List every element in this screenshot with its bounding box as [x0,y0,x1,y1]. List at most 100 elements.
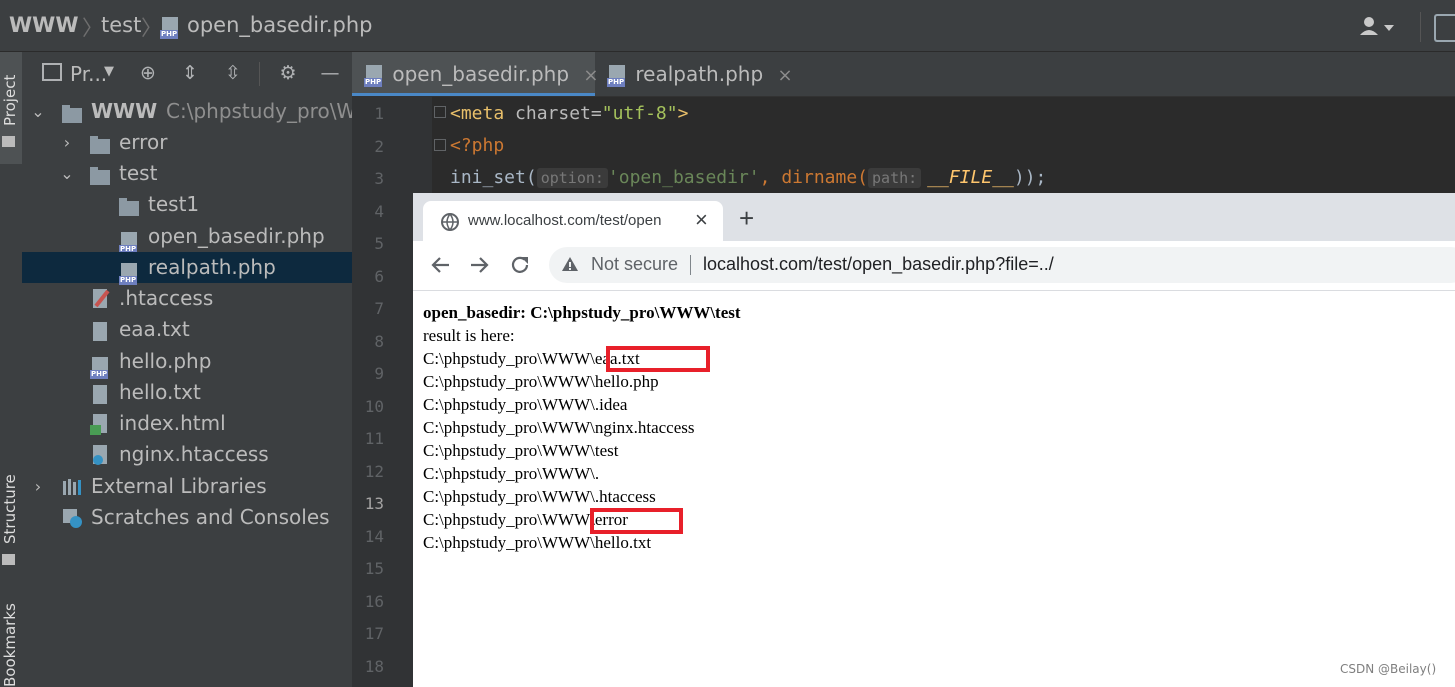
line-number: 11 [364,429,384,448]
back-arrow-icon[interactable] [429,254,451,280]
chevron-down-icon[interactable]: ▼ [104,64,114,79]
code-line-1[interactable]: <meta charset="utf-8"> [450,103,688,124]
tree-item-test1[interactable]: test1 [22,189,352,220]
browser-tab[interactable]: www.localhost.com/test/open × [423,201,723,241]
text-file-icon [90,382,112,404]
line-number: 2 [374,137,384,156]
editor-tab-bar: PHP open_basedir.php × PHP realpath.php … [352,52,1455,97]
line-number: 14 [364,527,384,546]
line-number: 9 [374,364,384,383]
folder-icon [2,136,15,147]
chevron-right-icon[interactable]: › [59,127,75,158]
url-text[interactable]: localhost.com/test/open_basedir.php?file… [703,254,1054,275]
tree-item-label: hello.txt [119,380,201,404]
breadcrumb-www[interactable]: WWW [9,13,79,37]
tree-item-htaccess[interactable]: .htaccess [22,283,352,314]
bookmarks-tool-button[interactable]: Bookmarks [0,592,22,687]
tree-item-test[interactable]: ⌄ test [22,158,352,189]
php-file-icon: PHP [364,62,386,87]
html-file-icon [90,413,112,435]
gear-icon[interactable]: ⚙ [277,62,299,84]
tab-realpath[interactable]: PHP realpath.php × [595,52,793,96]
line-number: 1 [374,104,384,123]
project-view-selector[interactable]: Pr... [70,62,107,86]
tree-item-eaa-txt[interactable]: eaa.txt [22,314,352,345]
code-token: , dirname( [759,167,869,188]
code-line-3[interactable]: ini_set(option:'open_basedir', dirname(p… [450,167,1046,188]
new-tab-button[interactable]: + [739,203,754,234]
code-token: "utf-8" [601,103,678,124]
line-number: 10 [364,397,384,416]
tree-item-open-basedir[interactable]: PHP open_basedir.php [22,221,352,254]
tree-item-scratches[interactable]: Scratches and Consoles [22,502,352,533]
tree-item-label: eaa.txt [119,317,190,341]
code-token: > [677,103,689,124]
tree-item-label: test1 [148,192,200,216]
security-status[interactable]: Not secure [591,254,678,275]
project-toolbar: Pr... ▼ ⊕ ⇕ ⇳ ⚙ — [22,52,352,96]
tab-label: open_basedir.php [392,62,570,86]
minimize-icon[interactable]: — [319,62,341,84]
scratches-icon [62,507,84,529]
tree-item-realpath[interactable]: PHP realpath.php [22,252,352,285]
code-token: )); [1013,167,1047,188]
tree-item-error[interactable]: › error [22,127,352,158]
close-icon[interactable]: × [778,65,793,86]
line-number: 6 [374,267,384,286]
watermark: CSDN @Beilay() [1340,662,1437,676]
php-file-icon: PHP [119,257,141,285]
tree-item-label: nginx.htaccess [119,442,269,466]
tree-item-nginx-htaccess[interactable]: nginx.htaccess [22,439,352,470]
breadcrumb-file[interactable]: open_basedir.php [187,13,372,37]
user-account-icon[interactable] [1360,15,1396,39]
breadcrumb-test[interactable]: test [101,13,141,37]
php-file-icon: PHP [119,226,141,254]
tab-open-basedir[interactable]: PHP open_basedir.php × [352,52,598,96]
tree-item-www[interactable]: ⌄ WWW C:\phpstudy_pro\W [22,96,352,127]
fold-marker-icon[interactable] [434,106,446,118]
page-content: open_basedir: C:\phpstudy_pro\WWW\test r… [413,291,1455,687]
close-icon[interactable]: × [695,207,708,233]
result-line: C:\phpstudy_pro\WWW\.htaccess [423,487,656,506]
browser-window: www.localhost.com/test/open × + Not secu… [413,193,1455,687]
reload-icon[interactable] [509,254,531,280]
code-line-2[interactable]: <?php [450,135,504,156]
line-number: 5 [374,234,384,253]
unknown-file-icon [90,444,112,466]
tree-item-label: test [119,161,158,185]
result-line: C:\phpstudy_pro\WWW\test [423,441,619,460]
tree-item-index-html[interactable]: index.html [22,408,352,439]
chevron-right-icon[interactable]: › [30,471,46,502]
fold-marker-icon[interactable] [434,139,446,151]
omnibox-divider [690,255,691,275]
library-icon [62,476,84,498]
result-line: C:\phpstudy_pro\WWW\.idea [423,395,628,414]
warning-icon [561,256,579,276]
expand-all-icon[interactable]: ⇕ [179,62,201,84]
result-line: C:\phpstudy_pro\WWW\hello.php [423,372,659,391]
tab-label: realpath.php [635,62,764,86]
address-bar[interactable]: Not secure localhost.com/test/open_based… [549,247,1455,283]
project-tool-button[interactable]: Project [0,52,22,164]
breadcrumb-separator: 〉 [141,16,162,40]
tree-item-hello-php[interactable]: PHP hello.php [22,346,352,379]
folder-icon [90,132,112,154]
browser-tab-title: www.localhost.com/test/open [468,212,662,229]
run-config-icon[interactable] [1434,14,1455,42]
toolbar-divider [1420,12,1421,42]
tree-item-label: External Libraries [91,474,267,498]
forward-arrow-icon[interactable] [469,254,491,280]
line-number: 8 [374,332,384,351]
php-file-icon: PHP [160,17,182,39]
tree-item-label: hello.php [119,349,212,373]
chevron-down-icon[interactable]: ⌄ [30,96,46,127]
code-token: <meta [450,103,505,124]
chevron-down-icon[interactable]: ⌄ [59,158,75,189]
collapse-all-icon[interactable]: ⇳ [222,62,244,84]
tree-item-external-libraries[interactable]: › External Libraries [22,471,352,502]
structure-tool-button[interactable]: Structure [0,462,22,572]
code-token: charset= [504,103,602,124]
line-number: 4 [374,202,384,221]
locate-icon[interactable]: ⊕ [137,62,159,84]
tree-item-hello-txt[interactable]: hello.txt [22,377,352,408]
